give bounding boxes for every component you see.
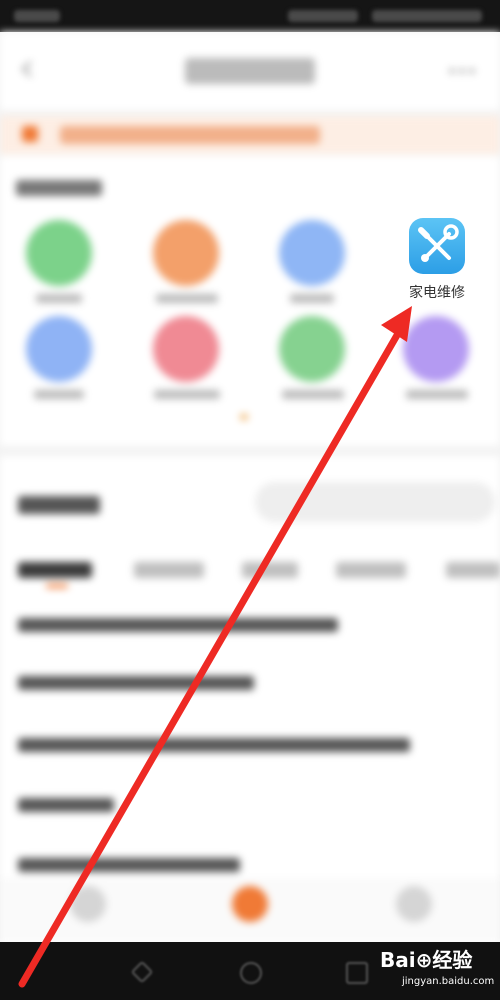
service-label-7: [282, 390, 344, 399]
sys-home-icon[interactable]: [240, 962, 262, 984]
status-bar: [0, 0, 500, 32]
active-tab-underline: [46, 584, 68, 588]
service-label-3: [290, 294, 334, 303]
service-label-8: [406, 390, 468, 399]
service-icon-5[interactable]: [26, 316, 92, 382]
service-label-6: [154, 390, 220, 399]
service-label-1: [36, 294, 82, 303]
faq-item-1[interactable]: [18, 618, 338, 632]
faq-item-5[interactable]: [18, 858, 240, 872]
more-icon[interactable]: [448, 68, 476, 74]
header: [0, 32, 500, 110]
status-battery-icon: [372, 10, 482, 22]
service-icon-3[interactable]: [279, 220, 345, 286]
status-time: [14, 10, 60, 22]
tab-5[interactable]: [446, 562, 500, 578]
faq-item-3[interactable]: [18, 738, 410, 752]
faq-search-input[interactable]: [255, 482, 495, 522]
home-appliance-repair-app[interactable]: 家电维修: [401, 218, 473, 308]
service-label-5: [34, 390, 84, 399]
service-label-2: [156, 294, 218, 303]
faq-title: [18, 496, 100, 514]
service-section-title: [16, 180, 102, 196]
faq-tabs: [0, 552, 500, 588]
notice-bar[interactable]: [0, 116, 500, 154]
nav-profile-icon[interactable]: [396, 886, 432, 922]
faq-item-2[interactable]: [18, 676, 254, 690]
watermark-logo: Bai⊕经验: [380, 948, 473, 972]
notice-text: [60, 126, 320, 144]
nav-home-icon[interactable]: [70, 886, 106, 922]
bottom-nav: [0, 878, 500, 942]
watermark-url: jingyan.baidu.com: [402, 976, 495, 987]
service-icon-8[interactable]: [403, 316, 469, 382]
faq-item-4[interactable]: [18, 798, 114, 812]
wrench-screwdriver-icon: [409, 218, 465, 274]
notice-icon: [22, 126, 38, 142]
tab-1[interactable]: [18, 562, 92, 578]
status-signal-icon: [288, 10, 358, 22]
service-icon-7[interactable]: [279, 316, 345, 382]
tab-2[interactable]: [134, 562, 204, 578]
service-icon-6[interactable]: [153, 316, 219, 382]
sys-back-icon[interactable]: [130, 960, 154, 984]
sys-recent-icon[interactable]: [346, 962, 368, 984]
tab-4[interactable]: [336, 562, 406, 578]
page-indicator: [240, 414, 248, 420]
back-arrow-icon[interactable]: [18, 60, 36, 78]
app-label: 家电维修: [409, 285, 465, 301]
tab-3[interactable]: [242, 562, 298, 578]
service-icon-1[interactable]: [26, 220, 92, 286]
baidu-jingyan-watermark: Bai⊕经验 jingyan.baidu.com: [380, 944, 495, 998]
page-title: [185, 58, 315, 84]
phone-screen: 家电维修 Bai⊕经验 jingyan.baidu.com: [0, 0, 500, 1000]
service-icon-2[interactable]: [153, 220, 219, 286]
blurred-background: [0, 32, 500, 956]
nav-center-icon[interactable]: [232, 886, 268, 922]
